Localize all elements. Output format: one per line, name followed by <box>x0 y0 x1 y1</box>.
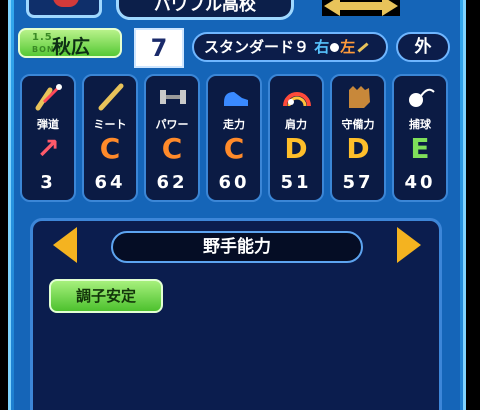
next-page-button[interactable] <box>397 227 421 263</box>
stat-grade: D <box>284 132 308 165</box>
stat-defense: 守備力 D 57 <box>330 74 386 202</box>
prev-page-button[interactable] <box>53 227 77 263</box>
stat-power: パワー C 62 <box>144 74 200 202</box>
stat-label: 走力 <box>223 118 245 131</box>
position-badge: 外 <box>396 32 450 62</box>
batting-form[interactable]: スタンダード９ 右左 <box>192 32 388 62</box>
stat-catching: 捕球 E 40 <box>392 74 448 202</box>
stat-grade: D <box>346 132 370 165</box>
ability-title: 野手能力 <box>111 231 363 263</box>
bonus-name-badge: 1.5 BONUS 秋広 <box>18 28 122 58</box>
stat-grade: E <box>410 132 430 165</box>
rainbow-icon <box>283 92 311 107</box>
stat-value: 51 <box>280 172 312 193</box>
stat-grade: C <box>223 132 245 165</box>
stat-value: 40 <box>404 172 436 193</box>
stat-label: パワー <box>155 118 189 131</box>
stat-value: 64 <box>94 172 126 193</box>
ball-icon <box>330 43 340 52</box>
dumbbell-icon <box>160 90 186 104</box>
stat-value: 62 <box>156 172 188 193</box>
trajectory-icon <box>35 84 62 111</box>
stat-label: 守備力 <box>341 118 375 131</box>
uniform-number: 7 <box>134 28 184 68</box>
stat-value: 60 <box>218 172 250 193</box>
school-name: パワフル高校 <box>116 0 294 20</box>
stat-label: 肩力 <box>285 118 307 131</box>
game-screen: パワフル高校 1.5 BONUS 秋広 7 スタンダード９ 右左 外 弾道 ↗ … <box>0 0 480 410</box>
stat-label: 捕球 <box>409 118 431 131</box>
stat-trajectory: 弾道 ↗ 3 <box>20 74 76 202</box>
arrow-bar-icon <box>340 2 382 10</box>
stat-meet: ミート C 64 <box>82 74 138 202</box>
swap-arrows-button[interactable] <box>322 0 400 16</box>
ability-tag[interactable]: 調子安定 <box>49 279 163 313</box>
form-label: スタンダード９ <box>204 38 310 56</box>
player-name: 秋広 <box>52 36 91 58</box>
bat-hand: 左 <box>340 38 356 56</box>
stat-grade: ↗ <box>36 132 60 165</box>
bat-icon <box>357 42 369 53</box>
stat-label: 弾道 <box>37 118 59 131</box>
stat-value: 3 <box>40 172 56 193</box>
stat-speed: 走力 C 60 <box>206 74 262 202</box>
stat-arm: 肩力 D 51 <box>268 74 324 202</box>
stat-grade: C <box>161 132 183 165</box>
stat-value: 57 <box>342 172 374 193</box>
ball-icon <box>409 88 435 107</box>
player-avatar[interactable] <box>26 0 102 18</box>
shoe-icon <box>224 92 248 106</box>
stat-label: ミート <box>93 118 127 131</box>
bat-icon <box>98 83 124 111</box>
stat-grade: C <box>99 132 121 165</box>
bonus-multiplier: 1.5 <box>32 32 53 43</box>
glove-icon <box>349 86 370 108</box>
ability-panel: 野手能力 調子安定 <box>30 218 442 410</box>
throw-hand: 右 <box>314 38 330 56</box>
